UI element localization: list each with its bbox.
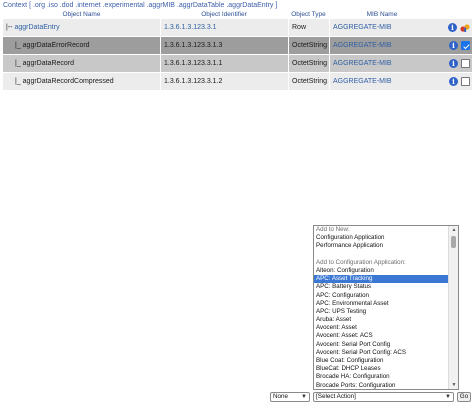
scroll-thumb[interactable] [451,236,456,248]
list-option[interactable]: Performance Application [314,242,448,250]
list-option[interactable]: Avocent: Asset: ACS [314,332,448,340]
info-icon[interactable]: i [449,41,458,50]
listbox-scrollbar[interactable]: ▲ ▼ [448,226,458,389]
row-actions: i [435,19,472,37]
object-name: aggrDataErrorRecord [22,41,90,49]
object-identifier: 1.3.6.1.3.123.3.1.3 [160,36,288,55]
tree-connector: |_ [15,59,23,67]
info-icon[interactable]: i [449,59,458,68]
row-select-checkbox[interactable] [461,59,470,68]
list-option[interactable]: APC: Asset Tracking [314,275,448,284]
object-type: Row [288,18,329,37]
object-identifier[interactable]: 1.3.6.1.3.123.3.1 [160,18,288,37]
action-listbox[interactable]: Add to New: Configuration Application Perf… [313,225,459,390]
action-select[interactable]: [Select Action] ▼ [313,392,454,402]
mib-name-link[interactable]: AGGREGATE-MIB [329,18,435,37]
list-option [314,251,448,259]
object-name: aggrDataRecordCompressed [22,77,114,85]
info-icon[interactable]: i [448,23,457,32]
list-option[interactable]: APC: Configuration [314,292,448,300]
mib-name-link[interactable]: AGGREGATE-MIB [329,72,435,91]
row-actions: i [435,37,472,55]
object-name-cell: |_ aggrDataErrorRecord [3,37,160,55]
table-row: |_ aggrDataErrorRecord 1.3.6.1.3.123.3.1.… [3,36,472,55]
object-name-cell[interactable]: |-- aggrDataEntry [3,19,160,37]
list-option[interactable]: Blue Coat: Configuration [314,357,448,365]
list-option[interactable]: Avocent: Serial Port Config: ACS [314,349,448,357]
table-row: |_ aggrDataRecord 1.3.6.1.3.123.3.1.1 Octe… [3,54,472,73]
list-option[interactable]: Alteon: Configuration [314,267,448,275]
list-option[interactable]: Avocent: Serial Port Config [314,341,448,349]
scroll-down-icon[interactable]: ▼ [450,381,458,389]
tree-connector: |_ [15,77,23,85]
row-select-checkbox[interactable] [461,41,470,50]
object-name: aggrDataRecord [22,59,75,67]
mib-name-link[interactable]: AGGREGATE-MIB [329,36,435,55]
info-icon[interactable]: i [449,77,458,86]
row-select-checkbox[interactable] [461,77,470,86]
tools-icon[interactable] [460,23,470,33]
context-breadcrumb: Context [ .org .iso .dod .internet .expe… [3,2,278,9]
mib-name-link[interactable]: AGGREGATE-MIB [329,54,435,73]
list-option[interactable]: Brocade Ports: Configuration [314,382,448,389]
scroll-up-icon[interactable]: ▲ [450,226,458,234]
table-row: |-- aggrDataEntry 1.3.6.1.3.123.3.1 Row AGG… [3,18,472,37]
list-option[interactable]: APC: UPS Testing [314,308,448,316]
action-select-value: [Select Action] [316,393,356,400]
chevron-down-icon: ▼ [301,394,307,400]
row-actions: i [435,55,472,73]
object-type: OctetString [288,54,329,73]
list-option[interactable]: Aruba: Asset [314,316,448,324]
object-type: OctetString [288,72,329,91]
option-group-label: Add to New: [316,226,350,233]
list-option[interactable]: APC: Battery Status [314,283,448,291]
bottom-action-bar: None ▼ [Select Action] ▼ Go [0,392,474,402]
list-option[interactable]: BlueCat: DHCP Leases [314,365,448,373]
tree-connector: |_ [15,41,23,49]
chevron-down-icon: ▼ [445,394,451,400]
list-option[interactable]: Avocent: Asset [314,324,448,332]
none-select-value: None [273,393,289,400]
object-name-cell: |_ aggrDataRecordCompressed [3,73,160,91]
object-identifier: 1.3.6.1.3.123.3.1.2 [160,72,288,91]
list-option[interactable]: Brocade HA: Configuration [314,373,448,381]
table-row: |_ aggrDataRecordCompressed 1.3.6.1.3.123… [3,72,472,91]
object-name-cell: |_ aggrDataRecord [3,55,160,73]
go-button[interactable]: Go [457,392,471,402]
list-option[interactable]: APC: Environmental Asset [314,300,448,308]
object-identifier: 1.3.6.1.3.123.3.1.1 [160,54,288,73]
object-name[interactable]: aggrDataEntry [14,24,59,31]
none-select[interactable]: None ▼ [270,392,310,402]
option-group-label: Add to Configuration Application: [316,258,406,266]
mib-objects-table: Object Name Object Identifier Object Typ… [3,11,472,91]
row-actions: i [435,73,472,91]
list-option[interactable]: Configuration Application [314,234,448,242]
object-type: OctetString [288,36,329,55]
